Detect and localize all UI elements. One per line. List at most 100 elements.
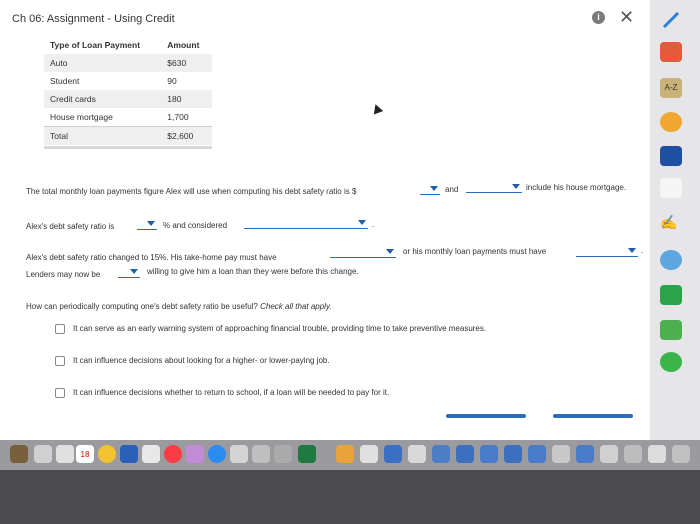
mouse-cursor-icon [370,102,384,115]
q1-include-dropdown[interactable] [466,182,522,193]
loan-amount: $2,600 [161,126,212,145]
q3-line1-end: . [641,246,644,255]
option-label: It can influence decisions about looking… [73,356,330,366]
q1-suffix: include his house mortgage. [526,183,627,192]
book-icon[interactable] [660,146,682,166]
page-title: Ch 06: Assignment - Using Credit [12,13,175,25]
q2-prefix: Alex's debt safety ratio is [26,222,115,231]
table-total-row: Total $2,600 [44,126,212,145]
loan-type: Credit cards [44,90,162,108]
loan-type: Total [44,126,162,145]
q3-line1-prefix: Alex's debt safety ratio changed to 15%.… [26,253,277,262]
q4-instruction: Check all that apply. [260,302,332,311]
app-store-icon[interactable] [208,445,226,463]
launchpad-icon[interactable] [252,445,270,463]
photos-icon[interactable] [98,445,116,463]
close-icon[interactable]: ✕ [619,7,634,28]
downloads-icon[interactable] [648,445,666,463]
keynote-icon[interactable] [186,445,204,463]
window-icon[interactable] [504,445,522,463]
notes-icon[interactable] [10,445,28,463]
loan-payment-table: Type of Loan Payment Amount Auto $630 St… [44,36,212,145]
checkbox[interactable] [55,388,65,398]
dictionary-icon[interactable]: A-Z [660,78,682,98]
column-header-amount: Amount [167,40,200,50]
loan-type: House mortgage [50,112,113,122]
cloud-icon[interactable] [660,250,682,270]
info-icon[interactable]: i [592,11,605,24]
photos-app-icon[interactable] [56,445,74,463]
checkbox[interactable] [55,324,65,334]
table-divider [44,146,212,149]
window-icon[interactable] [480,445,498,463]
messages-icon[interactable] [142,445,160,463]
loan-amount: 1,700 [167,112,189,122]
checkbox-option[interactable]: It can influence decisions whether to re… [55,388,389,398]
chevron-down-icon [386,249,394,254]
chevron-down-icon [628,248,636,253]
finder-window-icon[interactable] [384,445,402,463]
preferences-icon[interactable] [230,445,248,463]
word-icon[interactable] [120,445,138,463]
q3-loan-dropdown[interactable] [576,246,638,257]
checkbox-option[interactable]: It can influence decisions about looking… [55,356,330,366]
checkbox-option[interactable]: It can serve as an early warning system … [55,324,486,334]
option-label: It can influence decisions whether to re… [73,388,390,398]
chevron-down-icon [512,184,520,189]
column-header-type: Type of Loan Payment [50,40,141,50]
table-row: House mortgage 1,700 [44,108,212,127]
document-icon[interactable] [408,445,426,463]
music-icon[interactable] [164,445,182,463]
chevron-down-icon [147,221,155,226]
script-icon[interactable]: ✍ [660,214,682,234]
q2-considered-dropdown[interactable] [244,218,368,229]
q2-end: . [372,220,375,229]
q3-line2-suffix: willing to give him a loan than they wer… [147,267,359,276]
chevron-down-icon [358,220,366,225]
drive-icon[interactable] [660,285,682,305]
table-row: Auto $630 [44,54,212,72]
q1-and: and [445,185,459,194]
q1-prefix: The total monthly loan payments figure A… [26,187,357,196]
sheets-icon[interactable] [660,320,682,340]
excel-icon[interactable] [298,445,316,463]
window-icon[interactable] [432,445,450,463]
chevron-down-icon [430,186,438,191]
checkbox[interactable] [55,356,65,366]
app-icon[interactable] [336,445,354,463]
loan-amount: $630 [161,54,212,72]
q4-prompt: How can periodically computing one's deb… [26,302,258,311]
document-icon[interactable] [552,445,570,463]
utility-icon[interactable] [274,445,292,463]
window-icon[interactable] [576,445,594,463]
file-icon[interactable] [360,445,378,463]
q2-middle: % and considered [163,221,228,230]
folder-icon[interactable] [624,445,642,463]
q1-total-dropdown[interactable] [420,184,440,195]
app-icon[interactable] [660,112,682,132]
circle-app-icon[interactable] [660,352,682,372]
loan-type: Auto [44,54,162,72]
preview-icon[interactable] [660,178,682,198]
next-button[interactable] [553,414,633,418]
trash-icon[interactable] [672,445,690,463]
window-icon[interactable] [456,445,474,463]
loan-type: Student [50,76,80,86]
loan-amount: 180 [161,90,212,108]
assignment-page: Ch 06: Assignment - Using Credit i ✕ Typ… [0,0,650,440]
table-row: Credit cards 180 [44,90,212,108]
q2-ratio-dropdown[interactable] [137,219,157,230]
q3-lenders-dropdown[interactable] [118,267,140,278]
window-icon[interactable] [528,445,546,463]
calendar-icon[interactable]: 18 [76,445,94,463]
q3-line1-middle: or his monthly loan payments must have [403,247,547,256]
q3-takehome-dropdown[interactable] [330,247,396,258]
contacts-icon[interactable] [34,445,52,463]
pencil-icon[interactable] [660,10,682,30]
rss-icon[interactable] [660,42,682,62]
grade-button[interactable] [446,414,526,418]
table-row: Student 90 [44,72,212,90]
q3-line2-prefix: Lenders may now be [26,270,101,279]
option-label: It can serve as an early warning system … [73,324,487,334]
document-icon[interactable] [600,445,618,463]
